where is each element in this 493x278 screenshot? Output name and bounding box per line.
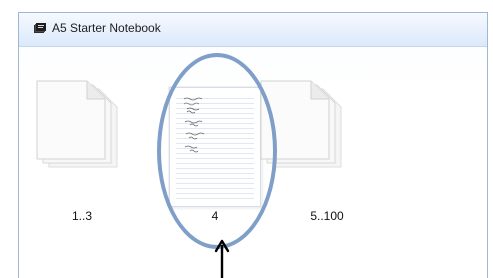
book-icon (34, 23, 46, 33)
page-label-1-3: 1..3 (71, 209, 92, 223)
page-stack-5-100[interactable] (259, 79, 351, 179)
page-thumbnail-icon (183, 97, 205, 153)
page-stack-1-3[interactable] (35, 79, 127, 179)
page-thumbnail-4[interactable] (169, 87, 261, 207)
page-label-4: 4 (211, 209, 219, 223)
screenshot: A5 Starter Notebook 1..3 4 5..100 (0, 0, 493, 278)
page-label-5-100: 5..100 (310, 209, 344, 223)
page-stack-icon (36, 80, 118, 168)
window-title: A5 Starter Notebook (52, 21, 161, 35)
arrow-icon (214, 239, 230, 278)
notebook-window: A5 Starter Notebook 1..3 4 5..100 (18, 12, 488, 278)
page-stack-icon (260, 80, 342, 168)
window-header: A5 Starter Notebook (19, 13, 487, 47)
